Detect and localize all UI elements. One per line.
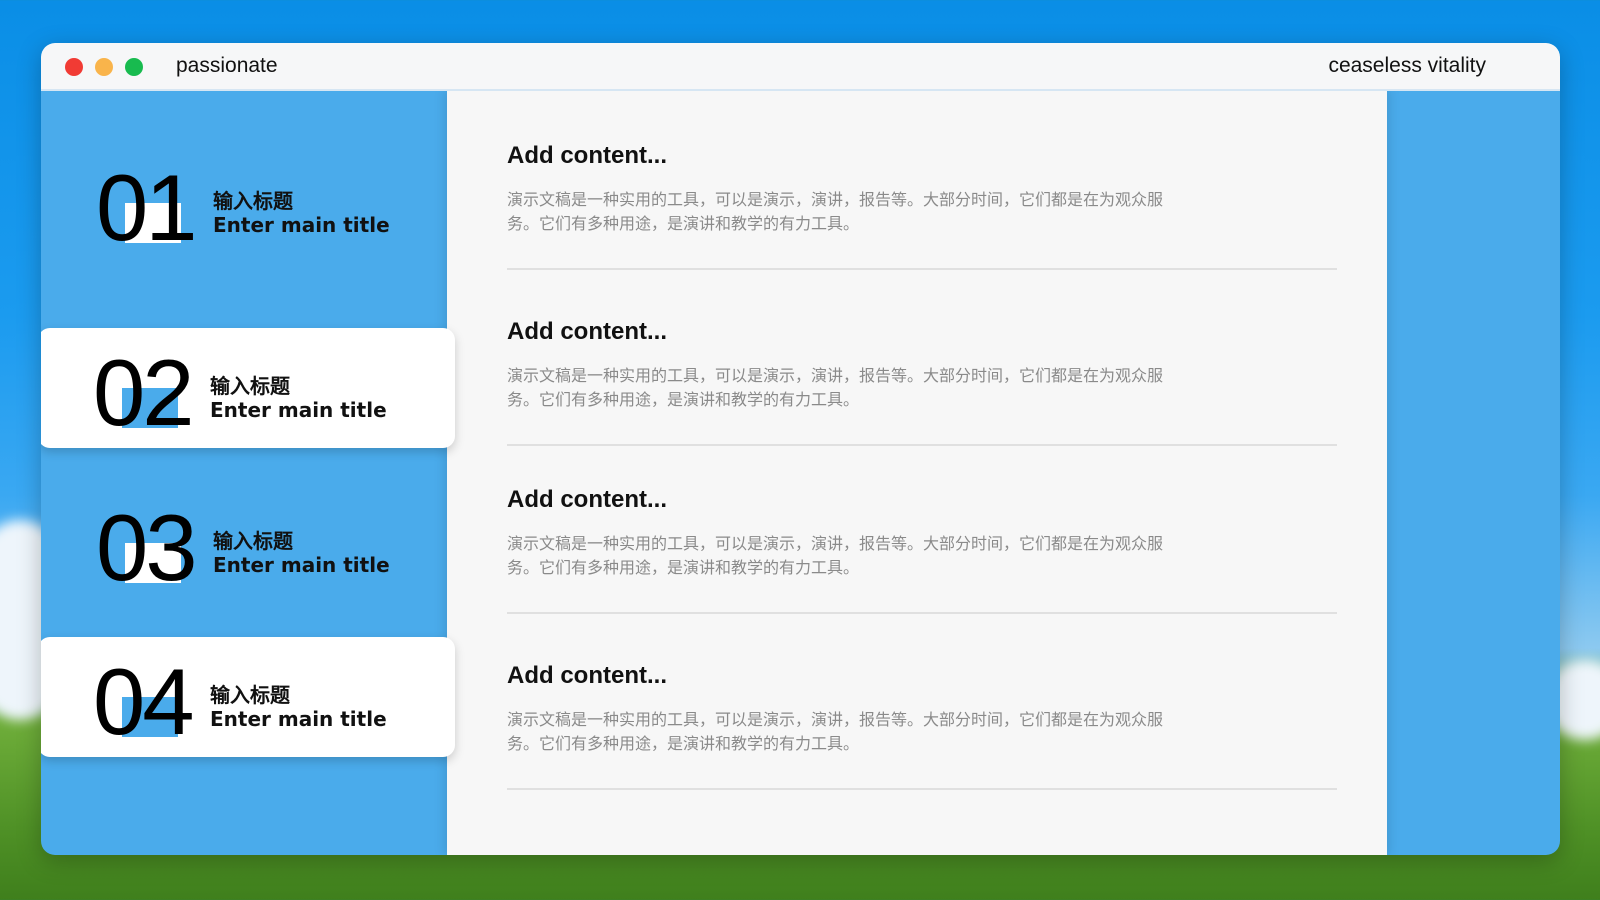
nav-title-en: Enter main title <box>210 398 387 422</box>
divider <box>507 612 1337 614</box>
close-button[interactable] <box>65 58 83 76</box>
divider <box>507 444 1337 446</box>
nav-title-cn: 输入标题 <box>213 189 293 213</box>
app-title: passionate <box>176 54 278 77</box>
entry-body: 演示文稿是一种实用的工具，可以是演示，演讲，报告等。大部分时间，它们都是在为观众… <box>507 534 1164 577</box>
entry-body: 演示文稿是一种实用的工具，可以是演示，演讲，报告等。大部分时间，它们都是在为观众… <box>507 190 1164 233</box>
minimize-button[interactable] <box>95 58 113 76</box>
entry-title: Add content... <box>507 662 667 689</box>
entry-body: 演示文稿是一种实用的工具，可以是演示，演讲，报告等。大部分时间，它们都是在为观众… <box>507 366 1164 409</box>
nav-number: 02 <box>93 340 195 445</box>
content-entry-4: Add content... 演示文稿是一种实用的工具，可以是演示，演讲，报告等… <box>507 662 1337 756</box>
divider <box>507 268 1337 270</box>
nav-number: 04 <box>93 649 195 754</box>
window-subtitle: ceaseless vitality <box>1328 54 1486 77</box>
nav-item-02[interactable]: 02 输入标题 Enter main title <box>41 328 455 448</box>
app-window: passionate ceaseless vitality 01 输入标题 En… <box>41 43 1560 855</box>
nav-number: 03 <box>96 495 198 600</box>
nav-item-03[interactable]: 03 输入标题 Enter main title <box>41 483 458 603</box>
content-entry-1: Add content... 演示文稿是一种实用的工具，可以是演示，演讲，报告等… <box>507 142 1337 236</box>
entry-title: Add content... <box>507 486 667 513</box>
nav-title-en: Enter main title <box>213 553 390 577</box>
nav-title-cn: 输入标题 <box>210 374 290 398</box>
nav-title-en: Enter main title <box>210 707 387 731</box>
nav-title-en: Enter main title <box>213 213 390 237</box>
content-entry-3: Add content... 演示文稿是一种实用的工具，可以是演示，演讲，报告等… <box>507 486 1337 580</box>
title-bar: passionate ceaseless vitality <box>41 43 1560 91</box>
entry-body: 演示文稿是一种实用的工具，可以是演示，演讲，报告等。大部分时间，它们都是在为观众… <box>507 710 1164 753</box>
nav-number: 01 <box>96 155 198 260</box>
entry-title: Add content... <box>507 318 667 345</box>
divider <box>507 788 1337 790</box>
nav-title-cn: 输入标题 <box>210 683 290 707</box>
nav-item-01[interactable]: 01 输入标题 Enter main title <box>41 143 458 263</box>
content-entry-2: Add content... 演示文稿是一种实用的工具，可以是演示，演讲，报告等… <box>507 318 1337 412</box>
nav-item-04[interactable]: 04 输入标题 Enter main title <box>41 637 455 757</box>
nav-title-cn: 输入标题 <box>213 529 293 553</box>
zoom-button[interactable] <box>125 58 143 76</box>
entry-title: Add content... <box>507 142 667 169</box>
content-panel: Add content... 演示文稿是一种实用的工具，可以是演示，演讲，报告等… <box>447 90 1387 855</box>
